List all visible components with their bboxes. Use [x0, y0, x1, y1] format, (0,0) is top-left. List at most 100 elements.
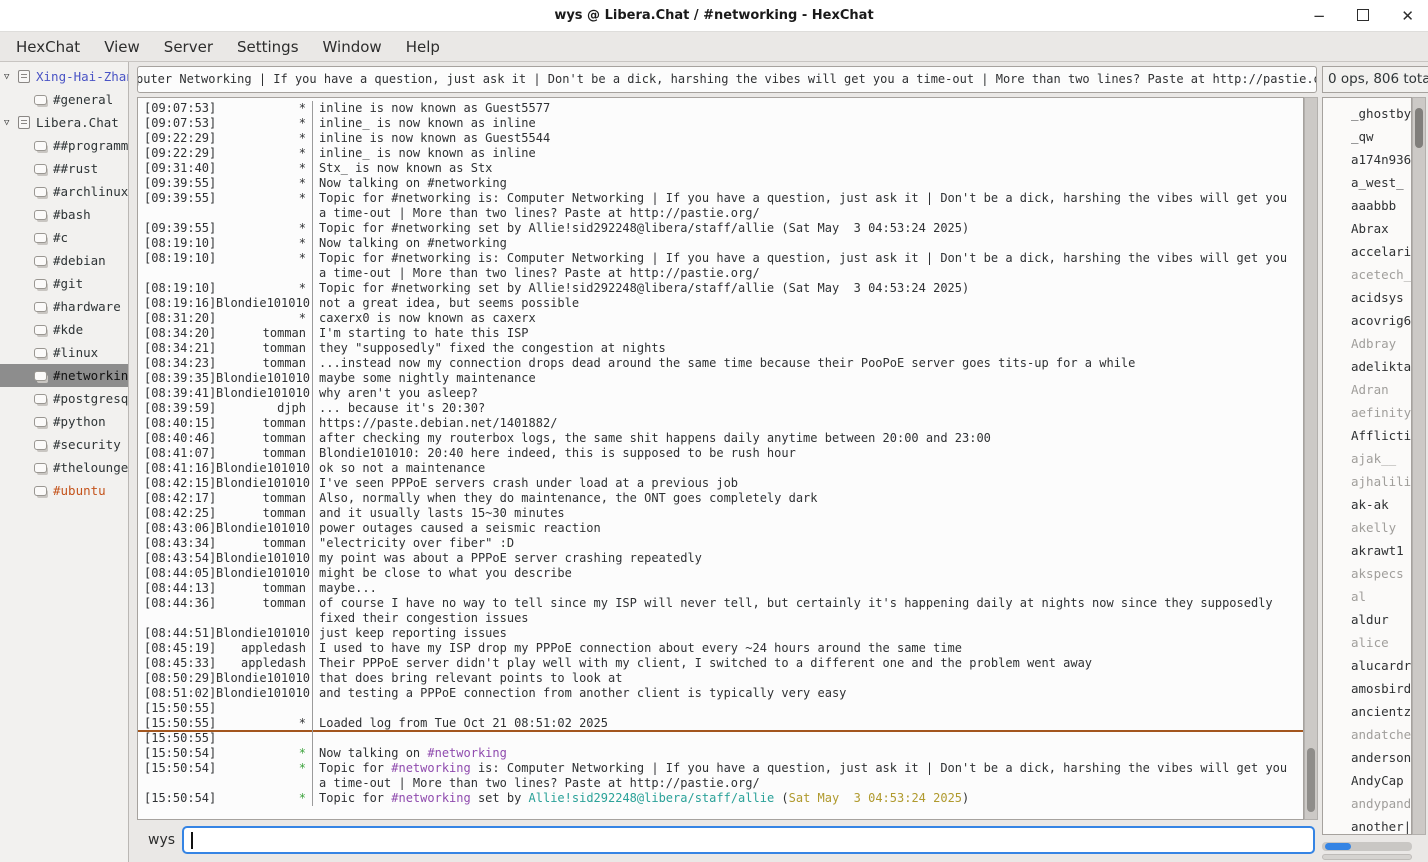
channel-item-networking[interactable]: #networking: [0, 364, 128, 387]
user-item[interactable]: a174n936: [1323, 148, 1411, 171]
user-item[interactable]: acovrig60: [1323, 309, 1411, 332]
message-text: maybe...: [312, 581, 1303, 596]
server-item-LiberaChat[interactable]: ▽Libera.Chat: [0, 111, 128, 134]
user-item[interactable]: Afflictio: [1323, 424, 1411, 447]
message-input[interactable]: [182, 826, 1315, 854]
nick: *: [216, 161, 312, 176]
user-item[interactable]: anderson: [1323, 746, 1411, 769]
expander-icon[interactable]: ▽: [4, 72, 18, 82]
menu-server[interactable]: Server: [152, 32, 225, 62]
userlist-hscrollbar-thumb[interactable]: [1325, 843, 1351, 850]
channel-item-hardware[interactable]: #hardware: [0, 295, 128, 318]
server-icon: [18, 70, 30, 83]
close-button[interactable]: ✕: [1401, 9, 1414, 24]
user-item[interactable]: amosbird: [1323, 677, 1411, 700]
topic-bar[interactable]: puter Networking | If you have a questio…: [137, 66, 1317, 93]
maximize-button[interactable]: [1357, 9, 1369, 24]
user-item[interactable]: ajak__: [1323, 447, 1411, 470]
timestamp: [08:40:46]: [144, 431, 216, 446]
user-item[interactable]: akelly: [1323, 516, 1411, 539]
channel-item-debian[interactable]: #debian: [0, 249, 128, 272]
user-item[interactable]: accelario: [1323, 240, 1411, 263]
user-item[interactable]: AndyCap: [1323, 769, 1411, 792]
nick: [216, 731, 312, 746]
timestamp: [08:40:15]: [144, 416, 216, 431]
user-item[interactable]: alice: [1323, 631, 1411, 654]
user-item[interactable]: alucardro: [1323, 654, 1411, 677]
channel-item-programming[interactable]: ##programming: [0, 134, 128, 157]
timestamp: [08:42:25]: [144, 506, 216, 521]
minimize-button[interactable]: −: [1313, 9, 1326, 24]
user-item[interactable]: acetech_: [1323, 263, 1411, 286]
user-item[interactable]: another|: [1323, 815, 1411, 835]
user-item[interactable]: acidsys: [1323, 286, 1411, 309]
channel-item-rust[interactable]: ##rust: [0, 157, 128, 180]
channel-item-archlinux[interactable]: #archlinux: [0, 180, 128, 203]
channel-item-linux[interactable]: #linux: [0, 341, 128, 364]
user-item[interactable]: Abrax: [1323, 217, 1411, 240]
user-item[interactable]: aaabbb: [1323, 194, 1411, 217]
channel-item-postgresql[interactable]: #postgresql: [0, 387, 128, 410]
timestamp: [08:19:10]: [144, 236, 216, 251]
user-item[interactable]: akspecs: [1323, 562, 1411, 585]
user-item[interactable]: Adran: [1323, 378, 1411, 401]
userlist-scrollbar-thumb[interactable]: [1415, 108, 1423, 148]
user-item[interactable]: andatche: [1323, 723, 1411, 746]
menu-settings[interactable]: Settings: [225, 32, 311, 62]
channel-item-kde[interactable]: #kde: [0, 318, 128, 341]
chat-row: [08:19:10]*Now talking on #networking: [138, 236, 1303, 251]
channel-icon: [34, 187, 47, 197]
timestamp: [09:22:29]: [144, 146, 216, 161]
menu-window[interactable]: Window: [311, 32, 394, 62]
channel-item-python[interactable]: #python: [0, 410, 128, 433]
user-item[interactable]: akrawt1: [1323, 539, 1411, 562]
message-text: not a great idea, but seems possible: [312, 296, 1303, 311]
nick: *: [216, 236, 312, 251]
chat-scrollbar-thumb[interactable]: [1307, 748, 1315, 812]
user-item[interactable]: aldur: [1323, 608, 1411, 631]
menubar: HexChatViewServerSettingsWindowHelp: [0, 32, 1428, 62]
user-item[interactable]: a_west_: [1323, 171, 1411, 194]
channel-icon: [34, 463, 47, 473]
nick: *: [216, 176, 312, 191]
chat-scrollbar[interactable]: [1304, 97, 1318, 820]
channel-item-thelounge[interactable]: #thelounge: [0, 456, 128, 479]
channel-item-git[interactable]: #git: [0, 272, 128, 295]
window-title: wys @ Libera.Chat / #networking - HexCha…: [554, 8, 873, 23]
nick: Blondie101010: [216, 461, 312, 476]
user-item[interactable]: al: [1323, 585, 1411, 608]
menu-help[interactable]: Help: [394, 32, 452, 62]
nick: *: [216, 101, 312, 116]
user-item[interactable]: aefinity: [1323, 401, 1411, 424]
userlist-hscrollbar-secondary[interactable]: [1322, 854, 1412, 860]
user-item[interactable]: ancientz: [1323, 700, 1411, 723]
timestamp: [08:19:10]: [144, 251, 216, 281]
channel-item-bash[interactable]: #bash: [0, 203, 128, 226]
message-text: caxerx0 is now known as caxerx: [312, 311, 1303, 326]
user-item[interactable]: ak-ak: [1323, 493, 1411, 516]
user-item[interactable]: adeliktas: [1323, 355, 1411, 378]
channel-icon: [34, 486, 47, 496]
user-item[interactable]: andypandy: [1323, 792, 1411, 815]
workspace: ▽Xing-Hai-Zhan#general▽Libera.Chat##prog…: [0, 62, 1428, 862]
channel-item-security[interactable]: #security: [0, 433, 128, 456]
server-item-XingHaiZhan[interactable]: ▽Xing-Hai-Zhan: [0, 65, 128, 88]
menu-view[interactable]: View: [92, 32, 152, 62]
timestamp: [09:22:29]: [144, 131, 216, 146]
timestamp: [08:19:16]: [144, 296, 216, 311]
channel-item-c[interactable]: #c: [0, 226, 128, 249]
user-item[interactable]: _qw: [1323, 125, 1411, 148]
channel-item-general[interactable]: #general: [0, 88, 128, 111]
chat-row: [08:40:46]tommanafter checking my router…: [138, 431, 1303, 446]
expander-icon[interactable]: ▽: [4, 118, 18, 128]
userlist-hscrollbar[interactable]: [1322, 842, 1412, 851]
timestamp: [09:39:55]: [144, 191, 216, 221]
menu-hexchat[interactable]: HexChat: [4, 32, 92, 62]
userlist-scrollbar[interactable]: [1412, 97, 1426, 835]
user-item[interactable]: _ghostbyt: [1323, 102, 1411, 125]
channel-item-ubuntu[interactable]: #ubuntu: [0, 479, 128, 502]
user-item[interactable]: Adbray: [1323, 332, 1411, 355]
message-text: ok so not a maintenance: [312, 461, 1303, 476]
user-item[interactable]: ajhalili2: [1323, 470, 1411, 493]
message-text: inline_ is now known as inline: [312, 116, 1303, 131]
